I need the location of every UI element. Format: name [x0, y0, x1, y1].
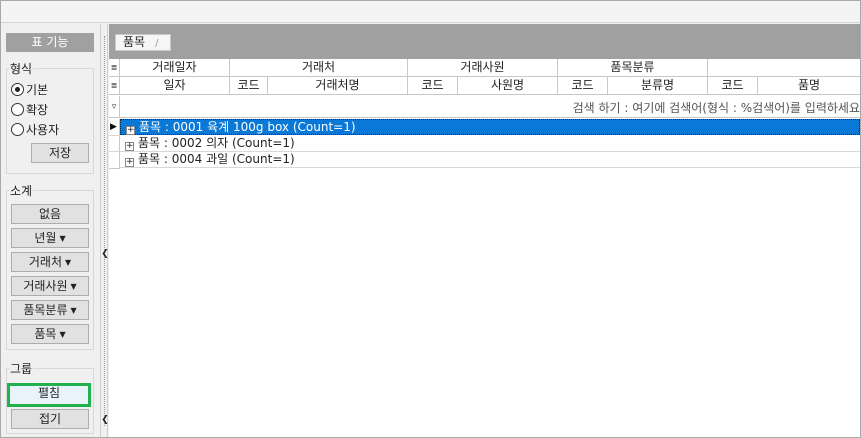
collapse-left-arrow-icon[interactable]: ❮ [101, 414, 109, 426]
group-row[interactable]: + 품목 : 0001 육계 100g box (Count=1) [120, 119, 860, 135]
filter-icon: ▿ [109, 96, 120, 118]
format-group-title: 형식 [9, 60, 34, 77]
radio-icon[interactable] [11, 122, 24, 136]
radio-selected-icon[interactable] [11, 82, 24, 96]
tab-label: 품목 [123, 35, 146, 49]
caret-down-icon: ▼ [59, 330, 66, 339]
caret-down-icon: ▼ [59, 234, 66, 243]
panel-header: 표 기능 [6, 33, 94, 52]
header-employee-code[interactable]: 코드 [408, 77, 458, 95]
group-group-title: 그룹 [9, 360, 34, 377]
subtotal-item-button[interactable]: 품목 ▼ [11, 324, 89, 344]
grid-area: 품목 / ≣ 거래일자 거래처 거래사원 품목분류 ≣ 일자 코드 거래처명 코드… [109, 24, 860, 437]
tab-separator-icon: / [155, 38, 159, 49]
expand-plus-icon[interactable]: + [125, 158, 134, 167]
header-customer[interactable]: 거래처 [230, 59, 408, 77]
button-label: 거래처 [28, 255, 62, 269]
collapse-all-button[interactable]: 접기 [11, 409, 89, 429]
button-label: 없음 [38, 207, 62, 221]
header-category-code[interactable]: 코드 [558, 77, 608, 95]
save-format-button[interactable]: 저장 [31, 143, 89, 163]
header-employee-name[interactable]: 사원명 [458, 77, 558, 95]
tab-item-group[interactable]: 품목 / [115, 34, 171, 51]
format-option-label: 기본 [26, 82, 49, 97]
panel-splitter[interactable]: ❮ ❮ [100, 24, 109, 437]
column-chooser-icon[interactable]: ≣ [109, 77, 120, 95]
format-group: 형식 기본 확장 사용자 저장 [6, 60, 94, 174]
group-group: 그룹 펼침 접기 [6, 360, 94, 434]
format-option-extended[interactable]: 확장 [11, 101, 48, 117]
header-date[interactable]: 일자 [120, 77, 230, 95]
button-label: 거래사원 [23, 279, 68, 293]
header-category-name[interactable]: 분류명 [608, 77, 708, 95]
format-option-user[interactable]: 사용자 [11, 121, 59, 137]
splitter-grip [104, 36, 105, 426]
expand-plus-icon[interactable]: + [125, 142, 134, 151]
header-item[interactable] [708, 59, 860, 77]
format-option-label: 확장 [26, 102, 49, 117]
search-filter-placeholder: 검색 하기 : 여기에 검색어(형식 : %검색어)를 입력하세요 [572, 101, 860, 115]
top-bar [1, 1, 860, 23]
header-item-category[interactable]: 품목분류 [558, 59, 708, 77]
subtotal-yearmonth-button[interactable]: 년월 ▼ [11, 228, 89, 248]
group-row[interactable]: + 품목 : 0002 의자 (Count=1) [120, 136, 860, 152]
current-row-pointer-icon: ▶ [110, 122, 117, 132]
subtotal-group-title: 소계 [9, 182, 34, 199]
button-label: 품목분류 [23, 303, 68, 317]
button-label: 품목 [34, 327, 57, 341]
group-tab-bar: 품목 / [109, 24, 860, 59]
row-indicator: ▶ [109, 119, 120, 136]
header-item-code[interactable]: 코드 [708, 77, 758, 95]
expand-plus-icon[interactable]: + [126, 126, 135, 135]
subtotal-customer-button[interactable]: 거래처 ▼ [11, 252, 89, 272]
format-option-label: 사용자 [26, 122, 60, 137]
row-indicator [109, 152, 120, 169]
group-row-label: 품목 : 0002 의자 (Count=1) [138, 136, 295, 150]
row-indicator [109, 136, 120, 152]
subtotal-group: 소계 없음 년월 ▼ 거래처 ▼ 거래사원 ▼ 품목분류 ▼ 품목 ▼ [6, 182, 94, 350]
subtotal-item-category-button[interactable]: 품목분류 ▼ [11, 300, 89, 320]
table-functions-panel: 표 기능 형식 기본 확장 사용자 저장 소계 없음 년월 ▼ 거래처 ▼ 거래사원… [1, 24, 99, 437]
group-row[interactable]: + 품목 : 0004 과일 (Count=1) [120, 152, 860, 168]
header-item-name[interactable]: 품명 [758, 77, 860, 95]
header-customer-code[interactable]: 코드 [230, 77, 268, 95]
collapse-left-arrow-icon[interactable]: ❮ [101, 248, 109, 260]
caret-down-icon: ▼ [70, 306, 77, 315]
format-option-basic[interactable]: 기본 [11, 81, 48, 97]
group-row-label: 품목 : 0004 과일 (Count=1) [138, 152, 295, 166]
header-trade-date[interactable]: 거래일자 [120, 59, 230, 77]
group-row-label: 품목 : 0001 육계 100g box (Count=1) [139, 120, 356, 134]
header-customer-name[interactable]: 거래처명 [268, 77, 408, 95]
header-employee[interactable]: 거래사원 [408, 59, 558, 77]
button-label: 년월 [34, 231, 57, 245]
radio-icon[interactable] [11, 102, 24, 116]
column-chooser-icon[interactable]: ≣ [109, 59, 120, 77]
caret-down-icon: ▼ [70, 282, 77, 291]
caret-down-icon: ▼ [64, 258, 72, 267]
search-filter-row[interactable]: 검색 하기 : 여기에 검색어(형식 : %검색어)를 입력하세요 [120, 96, 860, 118]
subtotal-none-button[interactable]: 없음 [11, 204, 89, 224]
expand-all-button[interactable]: 펼침 [7, 383, 91, 407]
subtotal-employee-button[interactable]: 거래사원 ▼ [11, 276, 89, 296]
